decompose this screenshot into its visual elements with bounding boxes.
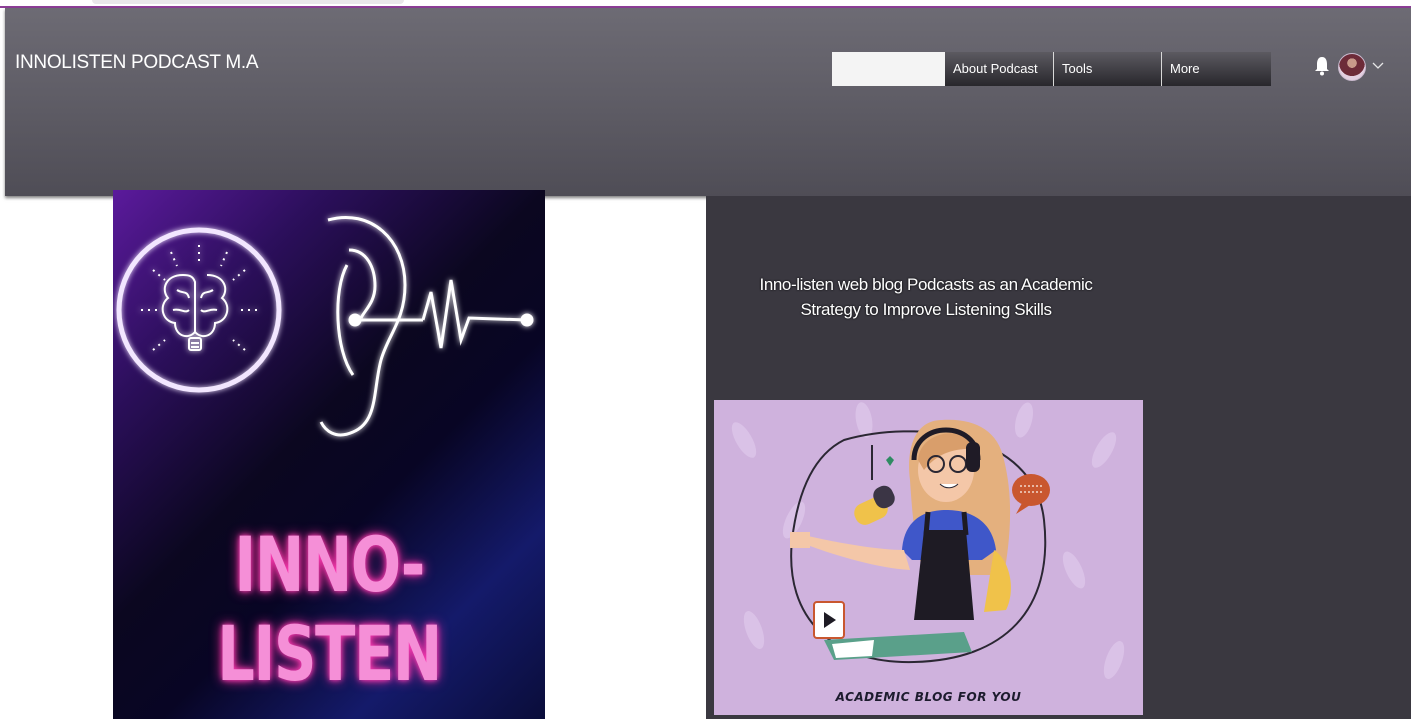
content-panel: Inno-listen web blog Podcasts as an Acad… [706,196,1411,719]
nav-blank-item[interactable] [832,52,945,86]
browser-tab-sliver [92,0,404,4]
chevron-down-icon[interactable] [1371,58,1385,72]
nav-more[interactable]: More [1161,52,1271,86]
site-header: INNOLISTEN PODCAST M.A About Podcast Too… [5,8,1411,196]
headline-line-2: Strategy to Improve Listening Skills [800,300,1052,319]
play-icon[interactable] [813,601,845,639]
podcast-cover-image: INNO- LISTEN [113,190,545,719]
site-title[interactable]: INNOLISTEN PODCAST M.A [15,52,259,74]
nav-tools[interactable]: Tools [1053,52,1161,86]
headline-line-1: Inno-listen web blog Podcasts as an Acad… [759,275,1093,294]
cover-title: INNO- LISTEN [217,520,442,698]
microphone-icon [854,445,895,525]
bell-icon[interactable] [1313,55,1331,77]
nav-about-podcast[interactable]: About Podcast [945,52,1053,86]
avatar[interactable] [1338,53,1366,81]
podcaster-illustration [790,419,1011,620]
page-headline: Inno-listen web blog Podcasts as an Acad… [706,272,1146,322]
ear-soundwave-icon [319,216,534,437]
blog-image-caption: ACADEMIC BLOG FOR YOU [835,690,1022,704]
speech-bubble-icon [1012,474,1050,514]
brain-lightbulb-icon [116,227,282,393]
academic-blog-image[interactable]: ACADEMIC BLOG FOR YOU [714,400,1143,715]
